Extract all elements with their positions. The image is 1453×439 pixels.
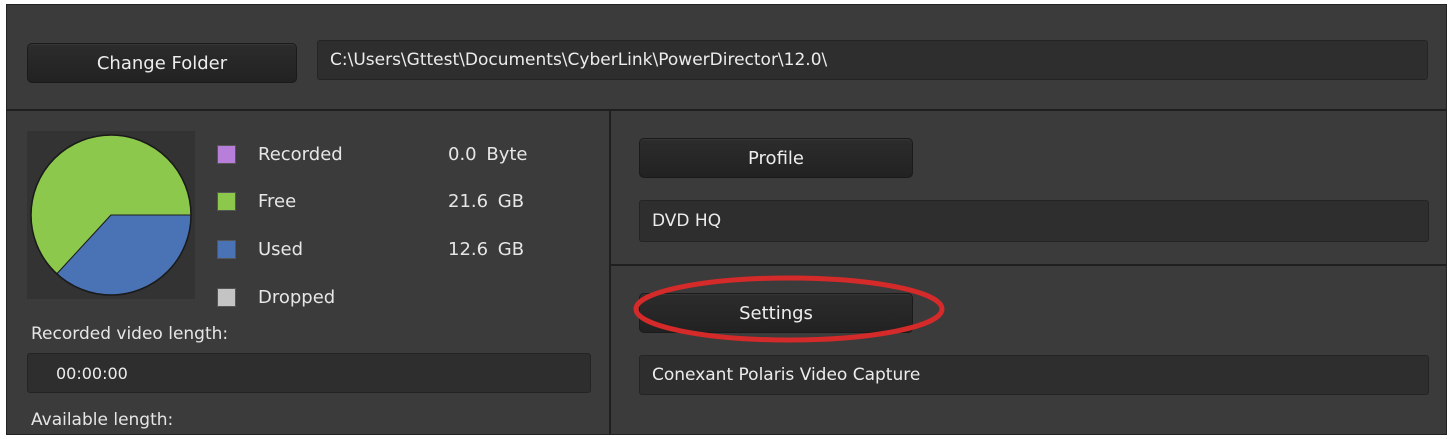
legend-label-free: Free xyxy=(258,190,297,212)
profile-button[interactable]: Profile xyxy=(639,138,913,178)
legend-value-free: 21.6 GB xyxy=(448,190,525,212)
profile-field[interactable]: DVD HQ xyxy=(639,200,1429,242)
free-swatch xyxy=(217,191,236,211)
capture-device-field[interactable]: Conexant Polaris Video Capture xyxy=(639,355,1429,395)
pie-svg xyxy=(30,134,192,296)
legend-item-free: Free 21.6 GB xyxy=(217,188,524,214)
legend-label-dropped: Dropped xyxy=(258,286,336,308)
legend-item-used: Used 12.6 GB xyxy=(217,236,524,262)
storage-pie-chart xyxy=(27,131,195,299)
capture-options-panel: Profile DVD HQ Settings Conexant Polaris… xyxy=(611,111,1446,434)
used-swatch xyxy=(217,239,236,259)
available-length-label: Available length: xyxy=(31,410,174,430)
legend-label-used: Used xyxy=(258,238,304,260)
panel-divider xyxy=(611,264,1446,266)
legend-value-recorded: 0.0 Byte xyxy=(448,143,528,165)
legend-label-recorded: Recorded xyxy=(258,143,343,165)
recorded-length-label: Recorded video length: xyxy=(31,324,229,344)
folder-bar: Change Folder C:\Users\Gttest\Documents\… xyxy=(7,5,1446,111)
settings-button[interactable]: Settings xyxy=(639,293,913,333)
folder-path-field[interactable]: C:\Users\Gttest\Documents\CyberLink\Powe… xyxy=(317,40,1428,80)
legend-value-used: 12.6 GB xyxy=(448,238,525,260)
capture-settings-window: Change Folder C:\Users\Gttest\Documents\… xyxy=(6,4,1447,435)
storage-panel: Recorded 0.0 Byte Free 21.6 GB Used 12.6… xyxy=(7,111,611,434)
recorded-swatch xyxy=(217,144,236,164)
change-folder-button[interactable]: Change Folder xyxy=(27,43,297,83)
legend-item-dropped: Dropped xyxy=(217,284,448,310)
recorded-length-field: 00:00:00 xyxy=(27,353,591,393)
legend-item-recorded: Recorded 0.0 Byte xyxy=(217,141,527,167)
dropped-swatch xyxy=(217,287,236,307)
